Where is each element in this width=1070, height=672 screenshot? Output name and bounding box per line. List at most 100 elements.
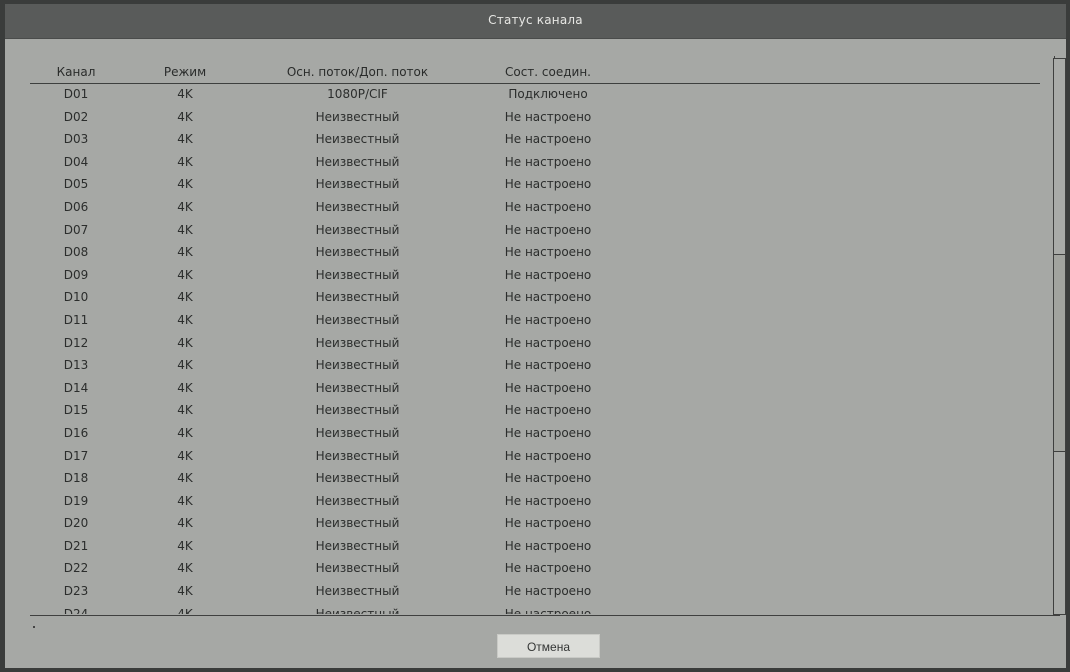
row-channel: D19 bbox=[63, 493, 89, 508]
table-row[interactable]: D04 4K Неизвестный Не настроено bbox=[30, 152, 1040, 175]
row-channel: D10 bbox=[63, 290, 89, 305]
row-connection-state: Не настроено bbox=[504, 109, 592, 124]
row-channel: D05 bbox=[63, 177, 89, 192]
row-connection-state: Не настроено bbox=[504, 403, 592, 418]
table-row[interactable]: D01 4K 1080P/CIF Подключено bbox=[30, 84, 1040, 107]
row-mode: 4K bbox=[177, 199, 193, 214]
row-channel: D13 bbox=[63, 358, 89, 373]
table-row[interactable]: D08 4K Неизвестный Не настроено bbox=[30, 242, 1040, 265]
footer-marker bbox=[33, 626, 35, 628]
row-connection-state: Не настроено bbox=[504, 538, 592, 553]
row-stream: Неизвестный bbox=[315, 425, 400, 440]
table-row[interactable]: D17 4K Неизвестный Не настроено bbox=[30, 446, 1040, 469]
row-mode: 4K bbox=[177, 154, 193, 169]
row-channel: D20 bbox=[63, 516, 89, 531]
row-mode: 4K bbox=[177, 358, 193, 373]
row-connection-state: Не настроено bbox=[504, 425, 592, 440]
scrollbar-thumb[interactable] bbox=[1053, 254, 1066, 452]
row-channel: D21 bbox=[63, 538, 89, 553]
row-channel: D08 bbox=[63, 245, 89, 260]
row-connection-state: Не настроено bbox=[504, 312, 592, 327]
table-row[interactable]: D07 4K Неизвестный Не настроено bbox=[30, 220, 1040, 243]
table-row[interactable]: D13 4K Неизвестный Не настроено bbox=[30, 355, 1040, 378]
row-connection-state: Не настроено bbox=[504, 606, 592, 614]
row-stream: Неизвестный bbox=[315, 245, 400, 260]
table-row[interactable]: D19 4K Неизвестный Не настроено bbox=[30, 491, 1040, 514]
table-row[interactable]: D05 4K Неизвестный Не настроено bbox=[30, 174, 1040, 197]
row-mode: 4K bbox=[177, 245, 193, 260]
row-stream: Неизвестный bbox=[315, 584, 400, 599]
cancel-button[interactable]: Отмена bbox=[497, 634, 600, 658]
row-connection-state: Подключено bbox=[508, 87, 588, 101]
table-row[interactable]: D11 4K Неизвестный Не настроено bbox=[30, 310, 1040, 333]
row-channel: D14 bbox=[63, 380, 89, 395]
row-connection-state: Не настроено bbox=[504, 561, 592, 576]
row-mode: 4K bbox=[177, 312, 193, 327]
row-stream: Неизвестный bbox=[315, 493, 400, 508]
row-channel: D03 bbox=[63, 132, 89, 147]
table-row[interactable]: D10 4K Неизвестный Не настроено bbox=[30, 287, 1040, 310]
row-connection-state: Не настроено bbox=[504, 222, 592, 237]
row-stream: Неизвестный bbox=[315, 312, 400, 327]
row-stream: Неизвестный bbox=[315, 516, 400, 531]
row-connection-state: Не настроено bbox=[504, 516, 592, 531]
row-mode: 4K bbox=[177, 380, 193, 395]
table-row[interactable]: D18 4K Неизвестный Не настроено bbox=[30, 468, 1040, 491]
table-row[interactable]: D12 4K Неизвестный Не настроено bbox=[30, 333, 1040, 356]
row-connection-state: Не настроено bbox=[504, 177, 592, 192]
row-connection-state: Не настроено bbox=[504, 358, 592, 373]
row-mode: 4K bbox=[177, 538, 193, 553]
row-stream: 1080P/CIF bbox=[327, 87, 388, 101]
table-row[interactable]: D09 4K Неизвестный Не настроено bbox=[30, 265, 1040, 288]
channel-table-body: D01 4K 1080P/CIF Подключено D02 4K Неизвестный… bbox=[30, 84, 1040, 614]
row-channel: D01 bbox=[63, 87, 89, 101]
table-row[interactable]: D23 4K Неизвестный Не настроено bbox=[30, 581, 1040, 604]
row-mode: 4K bbox=[177, 561, 193, 576]
table-row[interactable]: D06 4K Неизвестный Не настроено bbox=[30, 197, 1040, 220]
table-row[interactable]: D21 4K Неизвестный Не настроено bbox=[30, 536, 1040, 559]
table-row[interactable]: D02 4K Неизвестный Не настроено bbox=[30, 107, 1040, 130]
row-mode: 4K bbox=[177, 403, 193, 418]
vertical-scrollbar[interactable] bbox=[1053, 58, 1066, 615]
row-connection-state: Не настроено bbox=[504, 471, 592, 486]
row-stream: Неизвестный bbox=[315, 606, 400, 614]
row-channel: D24 bbox=[63, 606, 89, 614]
row-channel: D15 bbox=[63, 403, 89, 418]
row-stream: Неизвестный bbox=[315, 177, 400, 192]
row-channel: D06 bbox=[63, 199, 89, 214]
row-connection-state: Не настроено bbox=[504, 493, 592, 508]
table-row[interactable]: D22 4K Неизвестный Не настроено bbox=[30, 558, 1040, 581]
row-channel: D16 bbox=[63, 425, 89, 440]
row-mode: 4K bbox=[177, 425, 193, 440]
row-mode: 4K bbox=[177, 516, 193, 531]
row-stream: Неизвестный bbox=[315, 109, 400, 124]
row-stream: Неизвестный bbox=[315, 199, 400, 214]
row-channel: D17 bbox=[63, 448, 89, 463]
row-channel: D12 bbox=[63, 335, 89, 350]
row-mode: 4K bbox=[177, 87, 193, 101]
row-connection-state: Не настроено bbox=[504, 584, 592, 599]
title-bar: Статус канала bbox=[5, 4, 1066, 39]
row-connection-state: Не настроено bbox=[504, 132, 592, 147]
row-mode: 4K bbox=[177, 448, 193, 463]
table-row[interactable]: D24 4K Неизвестный Не настроено bbox=[30, 604, 1040, 614]
row-stream: Неизвестный bbox=[315, 154, 400, 169]
row-stream: Неизвестный bbox=[315, 267, 400, 282]
table-row[interactable]: D20 4K Неизвестный Не настроено bbox=[30, 513, 1040, 536]
row-mode: 4K bbox=[177, 584, 193, 599]
table-row[interactable]: D16 4K Неизвестный Не настроено bbox=[30, 423, 1040, 446]
row-stream: Неизвестный bbox=[315, 561, 400, 576]
table-row[interactable]: D14 4K Неизвестный Не настроено bbox=[30, 378, 1040, 401]
row-stream: Неизвестный bbox=[315, 471, 400, 486]
table-row[interactable]: D15 4K Неизвестный Не настроено bbox=[30, 400, 1040, 423]
row-stream: Неизвестный bbox=[315, 132, 400, 147]
row-stream: Неизвестный bbox=[315, 538, 400, 553]
row-channel: D11 bbox=[63, 312, 89, 327]
row-stream: Неизвестный bbox=[315, 380, 400, 395]
row-mode: 4K bbox=[177, 493, 193, 508]
row-channel: D18 bbox=[63, 471, 89, 486]
row-stream: Неизвестный bbox=[315, 290, 400, 305]
table-row[interactable]: D03 4K Неизвестный Не настроено bbox=[30, 129, 1040, 152]
row-stream: Неизвестный bbox=[315, 335, 400, 350]
table-header: Канал Режим Осн. поток/Доп. поток Сост. … bbox=[30, 63, 1040, 84]
